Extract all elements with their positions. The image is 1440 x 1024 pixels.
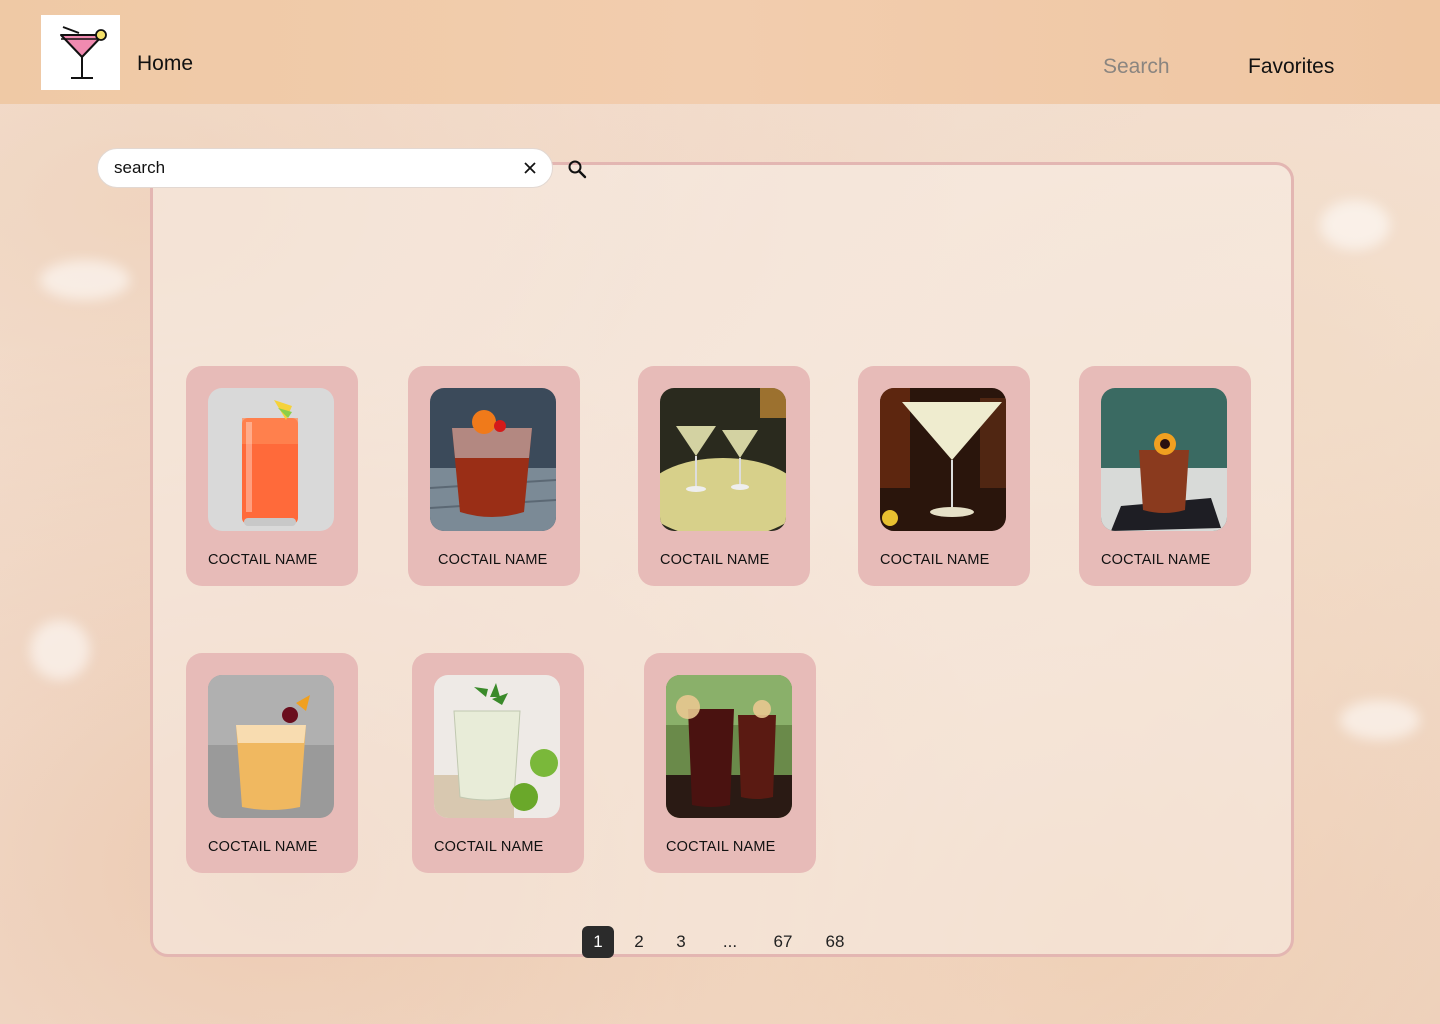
cocktail-image <box>666 675 792 818</box>
page-ellipsis: ... <box>722 932 738 951</box>
cocktail-card[interactable]: COCTAIL NAME <box>186 366 358 586</box>
cocktail-name: COCTAIL NAME <box>880 552 990 568</box>
page-button-67[interactable]: 67 <box>767 926 799 958</box>
page-button-3[interactable]: 3 <box>665 926 697 958</box>
cocktail-glass-icon <box>59 25 107 79</box>
close-icon <box>524 162 536 174</box>
cocktail-card[interactable]: COCTAIL NAME <box>186 653 358 873</box>
search-icon <box>568 160 587 179</box>
cocktail-name: COCTAIL NAME <box>660 552 770 568</box>
search-bar <box>97 148 553 188</box>
cocktail-card[interactable]: COCTAIL NAME <box>1079 366 1251 586</box>
cocktail-card[interactable]: COCTAIL NAME <box>408 366 580 586</box>
top-navbar: Home Search Favorites <box>0 0 1440 104</box>
page-button-1[interactable]: 1 <box>582 926 614 958</box>
cocktail-name: COCTAIL NAME <box>434 839 544 855</box>
page-button-2[interactable]: 2 <box>623 926 655 958</box>
cocktail-image <box>1101 388 1227 531</box>
cocktail-name: COCTAIL NAME <box>208 552 318 568</box>
cocktail-name: COCTAIL NAME <box>208 839 318 855</box>
cocktail-image <box>208 388 334 531</box>
cocktail-card[interactable]: COCTAIL NAME <box>858 366 1030 586</box>
cocktail-card[interactable]: COCTAIL NAME <box>644 653 816 873</box>
nav-search-link[interactable]: Search <box>1103 55 1170 79</box>
nav-favorites-link[interactable]: Favorites <box>1248 55 1334 79</box>
cocktail-image <box>660 388 786 531</box>
search-submit-button[interactable] <box>565 157 589 181</box>
logo[interactable] <box>41 15 120 90</box>
search-input[interactable] <box>114 149 504 187</box>
cocktail-name: COCTAIL NAME <box>666 839 776 855</box>
cocktail-name: COCTAIL NAME <box>1101 552 1211 568</box>
cocktail-image <box>430 388 556 531</box>
page-button-68[interactable]: 68 <box>819 926 851 958</box>
cocktail-image <box>880 388 1006 531</box>
cocktail-image <box>434 675 560 818</box>
home-link[interactable]: Home <box>137 52 193 76</box>
cocktail-card[interactable]: COCTAIL NAME <box>412 653 584 873</box>
cocktail-card[interactable]: COCTAIL NAME <box>638 366 810 586</box>
cocktail-name: COCTAIL NAME <box>438 552 548 568</box>
clear-search-button[interactable] <box>520 158 540 178</box>
cocktail-image <box>208 675 334 818</box>
